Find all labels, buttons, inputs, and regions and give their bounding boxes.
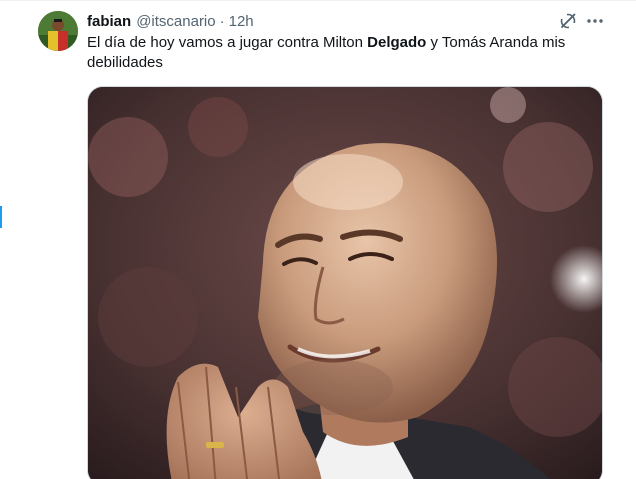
- user-handle[interactable]: @itscanario: [136, 13, 215, 30]
- tweet-text-bold: Delgado: [367, 34, 427, 51]
- more-horizontal-icon: [587, 19, 603, 23]
- more-button[interactable]: [584, 10, 606, 32]
- tweet-media-image[interactable]: [87, 86, 603, 479]
- grok-button[interactable]: [557, 10, 579, 32]
- tweet-card[interactable]: fabian @itscanario · 12h El día de hoy v…: [0, 0, 636, 479]
- grok-icon: [560, 13, 576, 29]
- tweet-text: El día de hoy vamos a jugar contra Milto…: [87, 33, 607, 73]
- separator-dot: ·: [219, 12, 225, 30]
- divider: [0, 0, 636, 1]
- timestamp[interactable]: 12h: [229, 13, 254, 30]
- avatar[interactable]: [38, 11, 78, 51]
- avatar-image: [38, 11, 78, 51]
- timeline-indicator: [0, 206, 2, 228]
- tweet-header: fabian @itscanario · 12h: [87, 11, 254, 31]
- tweet-text-part1: El día de hoy vamos a jugar contra Milto…: [87, 34, 368, 51]
- display-name[interactable]: fabian: [87, 13, 131, 30]
- photo-man-smiling: [88, 87, 602, 479]
